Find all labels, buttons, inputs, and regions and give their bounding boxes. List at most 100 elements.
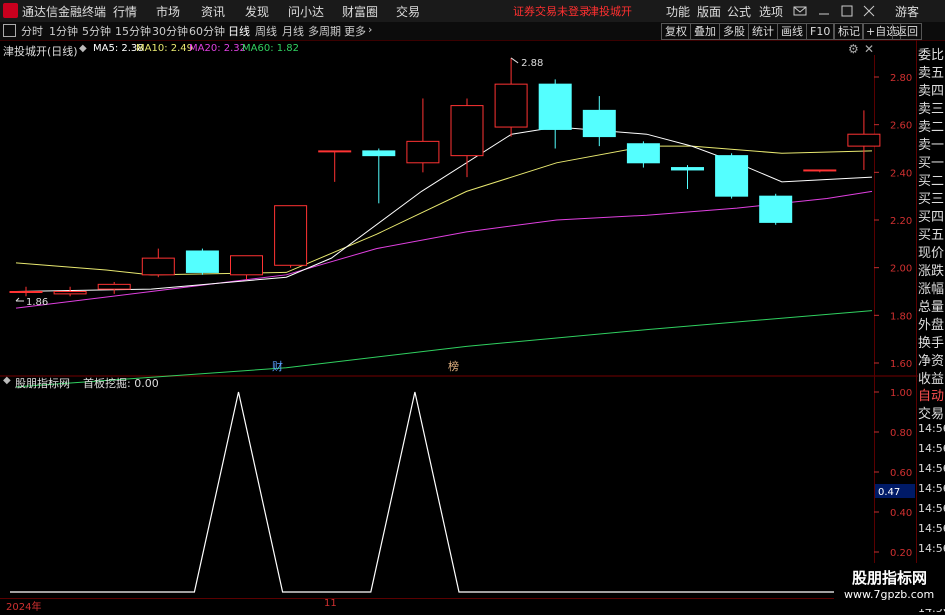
time-axis-line	[0, 598, 918, 599]
quote-row-label: 涨幅	[918, 282, 945, 297]
candle	[97, 281, 131, 294]
quote-row-label: 外盘	[918, 318, 945, 333]
quote-row-label: 涨跌	[918, 264, 945, 279]
price-tick-label: 2.60	[890, 121, 912, 132]
indicator-tick-label: 1.00	[890, 388, 912, 399]
indicator-tick-label: 0.80	[890, 428, 912, 439]
candle-body-up	[803, 169, 837, 172]
indicator-settings-icon[interactable]: ◆	[3, 375, 11, 386]
x-axis-month-label: 11	[324, 598, 337, 609]
quote-row-label: 净资	[918, 354, 945, 369]
tick-time: 14:56	[918, 502, 945, 515]
kline-chart[interactable]: 2.80 2.60 2.40 2.20 2.00 1.80 1.60 1.00 0.80 0.6…	[0, 0, 918, 609]
quote-row-label: 卖五	[918, 66, 945, 81]
candle	[759, 193, 793, 225]
high-price-arrow	[510, 57, 519, 64]
quote-row-label: 买四	[918, 210, 945, 225]
candle-body-down	[759, 195, 793, 223]
price-tick-label: 1.80	[890, 311, 912, 322]
indicator-line	[10, 391, 874, 593]
price-tick-label: 2.40	[890, 168, 912, 179]
watermark-url: www.7gpzb.com	[844, 588, 935, 601]
quote-row-label: 卖四	[918, 84, 945, 99]
finance-marker[interactable]: 财	[272, 359, 283, 373]
candle-body-up	[53, 291, 87, 295]
candle-body-up	[230, 255, 263, 276]
price-tick-label: 1.60	[890, 359, 912, 370]
quote-row-label: 总量	[918, 300, 945, 315]
candle-body-down	[671, 167, 704, 171]
ma20-path	[15, 190, 873, 309]
x-axis-year-label: 2024年	[6, 602, 42, 613]
candle	[582, 96, 616, 147]
quote-row-label: 买一	[918, 156, 945, 171]
trade-label: 交易	[918, 407, 945, 422]
candle	[626, 141, 660, 168]
candle-body-up	[97, 283, 131, 290]
indicator-source-title: 股朋指标网	[15, 377, 70, 390]
candle-body-down	[626, 143, 660, 164]
candle	[274, 205, 308, 268]
indicator-plot	[10, 391, 874, 593]
candle	[494, 57, 528, 137]
quote-row-label: 委比	[918, 48, 945, 63]
price-tick-label: 2.00	[890, 264, 912, 275]
candle-body-up	[494, 83, 528, 128]
price-axis-labels: 2.80 2.60 2.40 2.20 2.00 1.80 1.60	[874, 73, 912, 370]
quote-row-label: 买二	[918, 174, 945, 189]
tick-time: 14:56	[918, 442, 945, 455]
candle	[671, 165, 704, 190]
candle-body-down	[538, 83, 572, 130]
tick-time: 14:56	[918, 522, 945, 535]
watermark: 股朋指标网 www.7gpzb.com	[834, 563, 945, 609]
quote-row-label: 卖一	[918, 138, 945, 153]
candle	[406, 98, 440, 173]
quote-row-label: 换手	[918, 336, 945, 351]
tick-time: 14:56	[918, 482, 945, 495]
candle-body-down	[362, 150, 396, 157]
indicator-value: 首板挖掘: 0.00	[83, 377, 159, 390]
candle-body-up	[141, 257, 175, 276]
low-price-arrow	[15, 297, 24, 302]
high-price-label: 2.88	[521, 58, 543, 69]
candle	[362, 148, 396, 204]
candle-body-up	[847, 133, 881, 147]
low-price-label: 1.86	[26, 297, 48, 308]
candle	[803, 169, 837, 173]
price-tick-label: 2.80	[890, 73, 912, 84]
indicator-tick-label: 0.20	[890, 548, 912, 559]
tick-time: 14:56	[918, 462, 945, 475]
indicator-tick-label: 0.60	[890, 468, 912, 479]
candle	[847, 110, 881, 170]
candle	[715, 153, 749, 199]
quote-row-label: 现价	[918, 246, 945, 261]
candle	[538, 79, 572, 149]
quote-row-label: 买五	[918, 228, 945, 243]
tick-time: 14:56	[918, 422, 945, 435]
indicator-tick-label: 0.40	[890, 508, 912, 519]
right-panel-border	[916, 40, 917, 609]
candle-body-down	[185, 250, 219, 273]
quote-row-label: 买三	[918, 192, 945, 207]
candle	[230, 255, 263, 280]
auto-trade-toggle[interactable]: 自动	[918, 385, 945, 404]
candle-body-down	[715, 155, 749, 197]
watermark-title: 股朋指标网	[852, 569, 928, 587]
tick-time: 14:56	[918, 542, 945, 555]
candle-body-up	[9, 291, 43, 293]
billboard-marker[interactable]: 榜	[448, 359, 459, 373]
candle	[318, 150, 352, 182]
candle	[185, 248, 219, 275]
candle	[53, 286, 87, 297]
candle	[141, 248, 175, 278]
candle	[450, 98, 484, 178]
candle-body-up	[450, 105, 484, 157]
quote-row-label: 卖三	[918, 102, 945, 117]
candle-body-up	[318, 150, 352, 153]
candles-group	[9, 57, 881, 297]
price-tick-label: 2.20	[890, 216, 912, 227]
ma20-line	[15, 190, 873, 309]
candle-body-up	[274, 205, 308, 266]
cursor-value: 0.47	[878, 487, 900, 498]
indicator-axis-labels: 1.00 0.80 0.60 0.40 0.20	[874, 388, 912, 559]
